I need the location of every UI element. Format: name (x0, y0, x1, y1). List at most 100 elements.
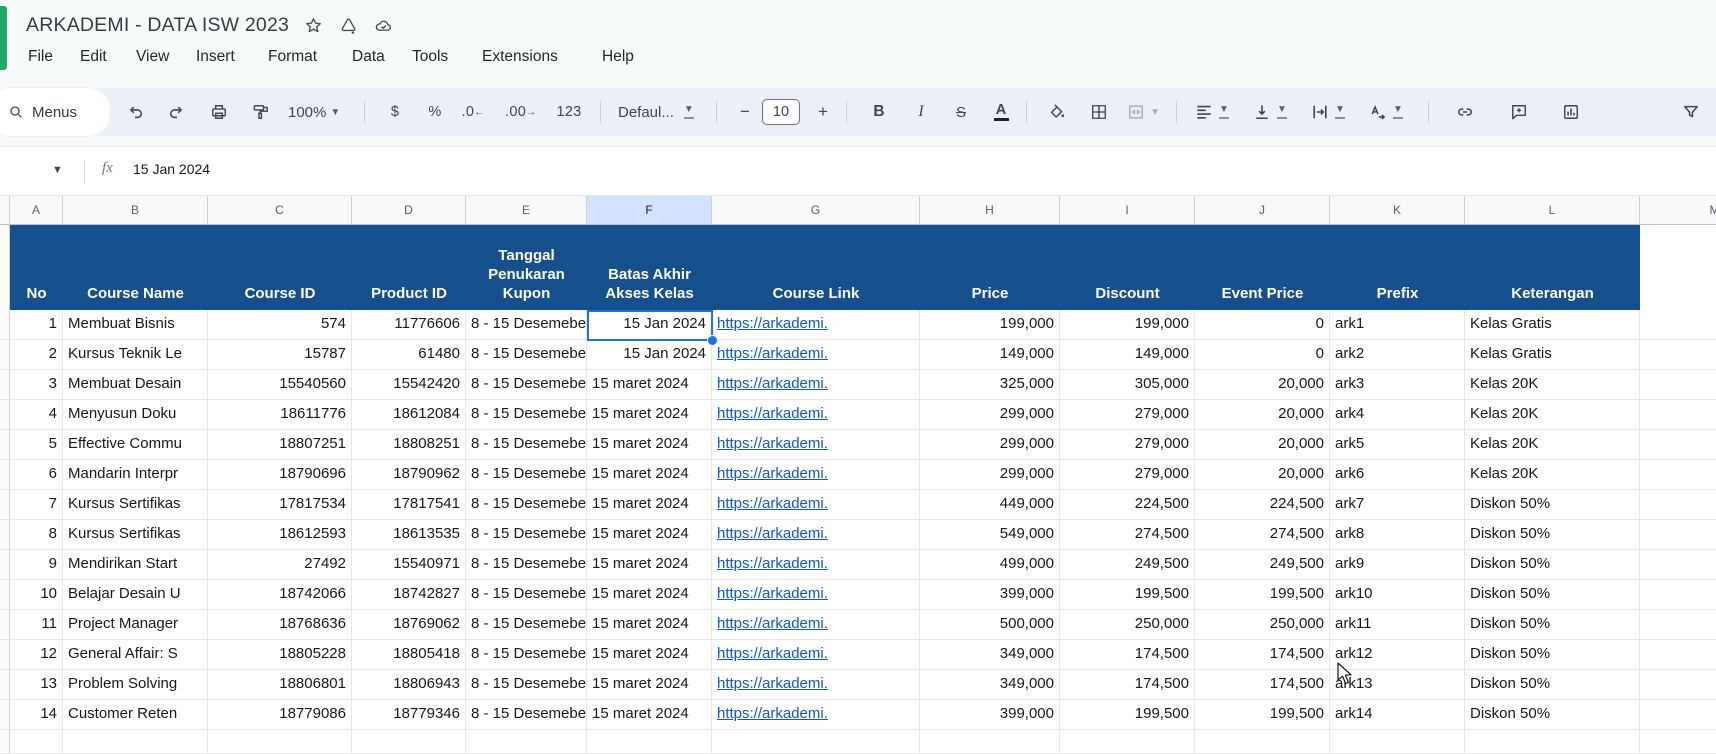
cell-keterangan[interactable]: Kelas Gratis (1465, 340, 1640, 370)
empty-cell[interactable] (1465, 730, 1640, 754)
cell-keterangan[interactable]: Kelas 20K (1465, 370, 1640, 400)
cell-course_id[interactable]: 18742066 (208, 580, 352, 610)
empty-cell[interactable] (1640, 370, 1716, 400)
cell-keterangan[interactable]: Diskon 50% (1465, 580, 1640, 610)
document-title[interactable]: ARKADEMI - DATA ISW 2023 (26, 14, 289, 37)
cell-course_id[interactable]: 15787 (208, 340, 352, 370)
drive-shortcut-icon[interactable] (338, 15, 359, 36)
cell-price[interactable]: 299,000 (920, 460, 1060, 490)
course-link-cell[interactable]: https://arkademi. (712, 550, 920, 580)
empty-cell[interactable] (587, 730, 712, 754)
cell-no[interactable]: 1 (10, 310, 63, 340)
table-header-cell[interactable]: Course Name (63, 225, 208, 310)
cell-discount[interactable]: 249,500 (1060, 550, 1195, 580)
cell-event_price[interactable]: 199,500 (1195, 580, 1330, 610)
cell-tanggal[interactable]: 8 - 15 Desemebe (466, 700, 587, 730)
cell-event_price[interactable]: 20,000 (1195, 400, 1330, 430)
table-header-cell[interactable]: Keterangan (1465, 225, 1640, 310)
decrease-font-size-button[interactable]: − (732, 88, 758, 136)
cell-course_id[interactable]: 27492 (208, 550, 352, 580)
cell-tanggal[interactable]: 8 - 15 Desemebe (466, 550, 587, 580)
cell-event_price[interactable]: 0 (1195, 340, 1330, 370)
cell-price[interactable]: 500,000 (920, 610, 1060, 640)
cell-keterangan[interactable]: Kelas Gratis (1465, 310, 1640, 340)
cell-course_name[interactable]: Kursus Teknik Le (63, 340, 208, 370)
menu-format[interactable]: Format (264, 46, 321, 68)
more-formats-button[interactable]: 123 (556, 88, 582, 136)
cell-tanggal[interactable]: 8 - 15 Desemebe (466, 370, 587, 400)
cell-course_id[interactable]: 18805228 (208, 640, 352, 670)
cell-no[interactable]: 5 (10, 430, 63, 460)
cell-keterangan[interactable]: Diskon 50% (1465, 520, 1640, 550)
vertical-align-dropdown[interactable]: ▼ (1252, 88, 1287, 136)
empty-cell[interactable] (920, 730, 1060, 754)
cell-prefix[interactable]: ark8 (1330, 520, 1465, 550)
font-size-input[interactable]: 10 (762, 99, 800, 125)
cell-batas[interactable]: 15 maret 2024 (587, 430, 712, 460)
cell-batas[interactable]: 15 maret 2024 (587, 700, 712, 730)
empty-cell[interactable] (1330, 730, 1465, 754)
zoom-dropdown[interactable]: 100% ▼ (288, 88, 340, 136)
cell-course_name[interactable]: Menyusun Doku (63, 400, 208, 430)
cell-product_id[interactable]: 18805418 (352, 640, 466, 670)
insert-link-icon[interactable] (1452, 88, 1478, 136)
cell-course_name[interactable]: Kursus Sertifikas (63, 490, 208, 520)
cell-course_id[interactable]: 15540560 (208, 370, 352, 400)
cell-course_id[interactable]: 18612593 (208, 520, 352, 550)
menu-help[interactable]: Help (598, 46, 638, 68)
empty-cell[interactable] (1640, 610, 1716, 640)
cell-keterangan[interactable]: Diskon 50% (1465, 550, 1640, 580)
column-header-G[interactable]: G (712, 196, 920, 224)
empty-cell[interactable] (1640, 340, 1716, 370)
cell-event_price[interactable]: 0 (1195, 310, 1330, 340)
cell-prefix[interactable]: ark3 (1330, 370, 1465, 400)
cell-batas[interactable]: 15 maret 2024 (587, 490, 712, 520)
cell-discount[interactable]: 174,500 (1060, 670, 1195, 700)
cell-prefix[interactable]: ark10 (1330, 580, 1465, 610)
cell-event_price[interactable]: 20,000 (1195, 430, 1330, 460)
cell-prefix[interactable]: ark11 (1330, 610, 1465, 640)
cell-tanggal[interactable]: 8 - 15 Desemebe (466, 520, 587, 550)
cell-price[interactable]: 299,000 (920, 430, 1060, 460)
menu-file[interactable]: File (24, 46, 57, 68)
empty-cell[interactable] (1640, 640, 1716, 670)
cell-no[interactable]: 10 (10, 580, 63, 610)
cell-batas[interactable]: 15 maret 2024 (587, 610, 712, 640)
table-header-cell[interactable]: Batas Akhir Akses Kelas (587, 225, 712, 310)
cell-product_id[interactable]: 18779346 (352, 700, 466, 730)
cell-event_price[interactable]: 199,500 (1195, 700, 1330, 730)
empty-cell[interactable] (1640, 310, 1716, 340)
cell-batas[interactable]: 15 maret 2024 (587, 580, 712, 610)
cell-batas[interactable]: 15 maret 2024 (587, 460, 712, 490)
cell-tanggal[interactable]: 8 - 15 Desemebe (466, 670, 587, 700)
cell-course_name[interactable]: Project Manager (63, 610, 208, 640)
cell-batas[interactable]: 15 maret 2024 (587, 670, 712, 700)
formula-input[interactable]: 15 Jan 2024 (133, 161, 210, 177)
cell-course_name[interactable]: Mandarin Interpr (63, 460, 208, 490)
empty-cell[interactable] (1640, 700, 1716, 730)
column-header-F[interactable]: F (587, 196, 712, 224)
cell-prefix[interactable]: ark1 (1330, 310, 1465, 340)
cell-no[interactable]: 2 (10, 340, 63, 370)
table-header-cell[interactable]: Prefix (1330, 225, 1465, 310)
decrease-decimal-button[interactable]: .0 ← (460, 88, 486, 136)
cell-tanggal[interactable]: 8 - 15 Desemebe (466, 490, 587, 520)
star-icon[interactable] (303, 15, 324, 36)
cell-product_id[interactable]: 18769062 (352, 610, 466, 640)
cell-discount[interactable]: 149,000 (1060, 340, 1195, 370)
cell-discount[interactable]: 279,000 (1060, 460, 1195, 490)
cell-no[interactable]: 3 (10, 370, 63, 400)
cell-course_name[interactable]: Problem Solving (63, 670, 208, 700)
column-header-D[interactable]: D (352, 196, 466, 224)
cell-keterangan[interactable]: Kelas 20K (1465, 400, 1640, 430)
increase-font-size-button[interactable]: + (810, 88, 836, 136)
column-header-B[interactable]: B (63, 196, 208, 224)
cell-discount[interactable]: 250,000 (1060, 610, 1195, 640)
cell-keterangan[interactable]: Diskon 50% (1465, 490, 1640, 520)
course-link-cell[interactable]: https://arkademi. (712, 460, 920, 490)
column-header-A[interactable]: A (10, 196, 63, 224)
cell-price[interactable]: 499,000 (920, 550, 1060, 580)
horizontal-align-dropdown[interactable]: ▼ (1194, 88, 1229, 136)
text-color-button[interactable]: A (988, 88, 1014, 136)
cell-product_id[interactable]: 18613535 (352, 520, 466, 550)
